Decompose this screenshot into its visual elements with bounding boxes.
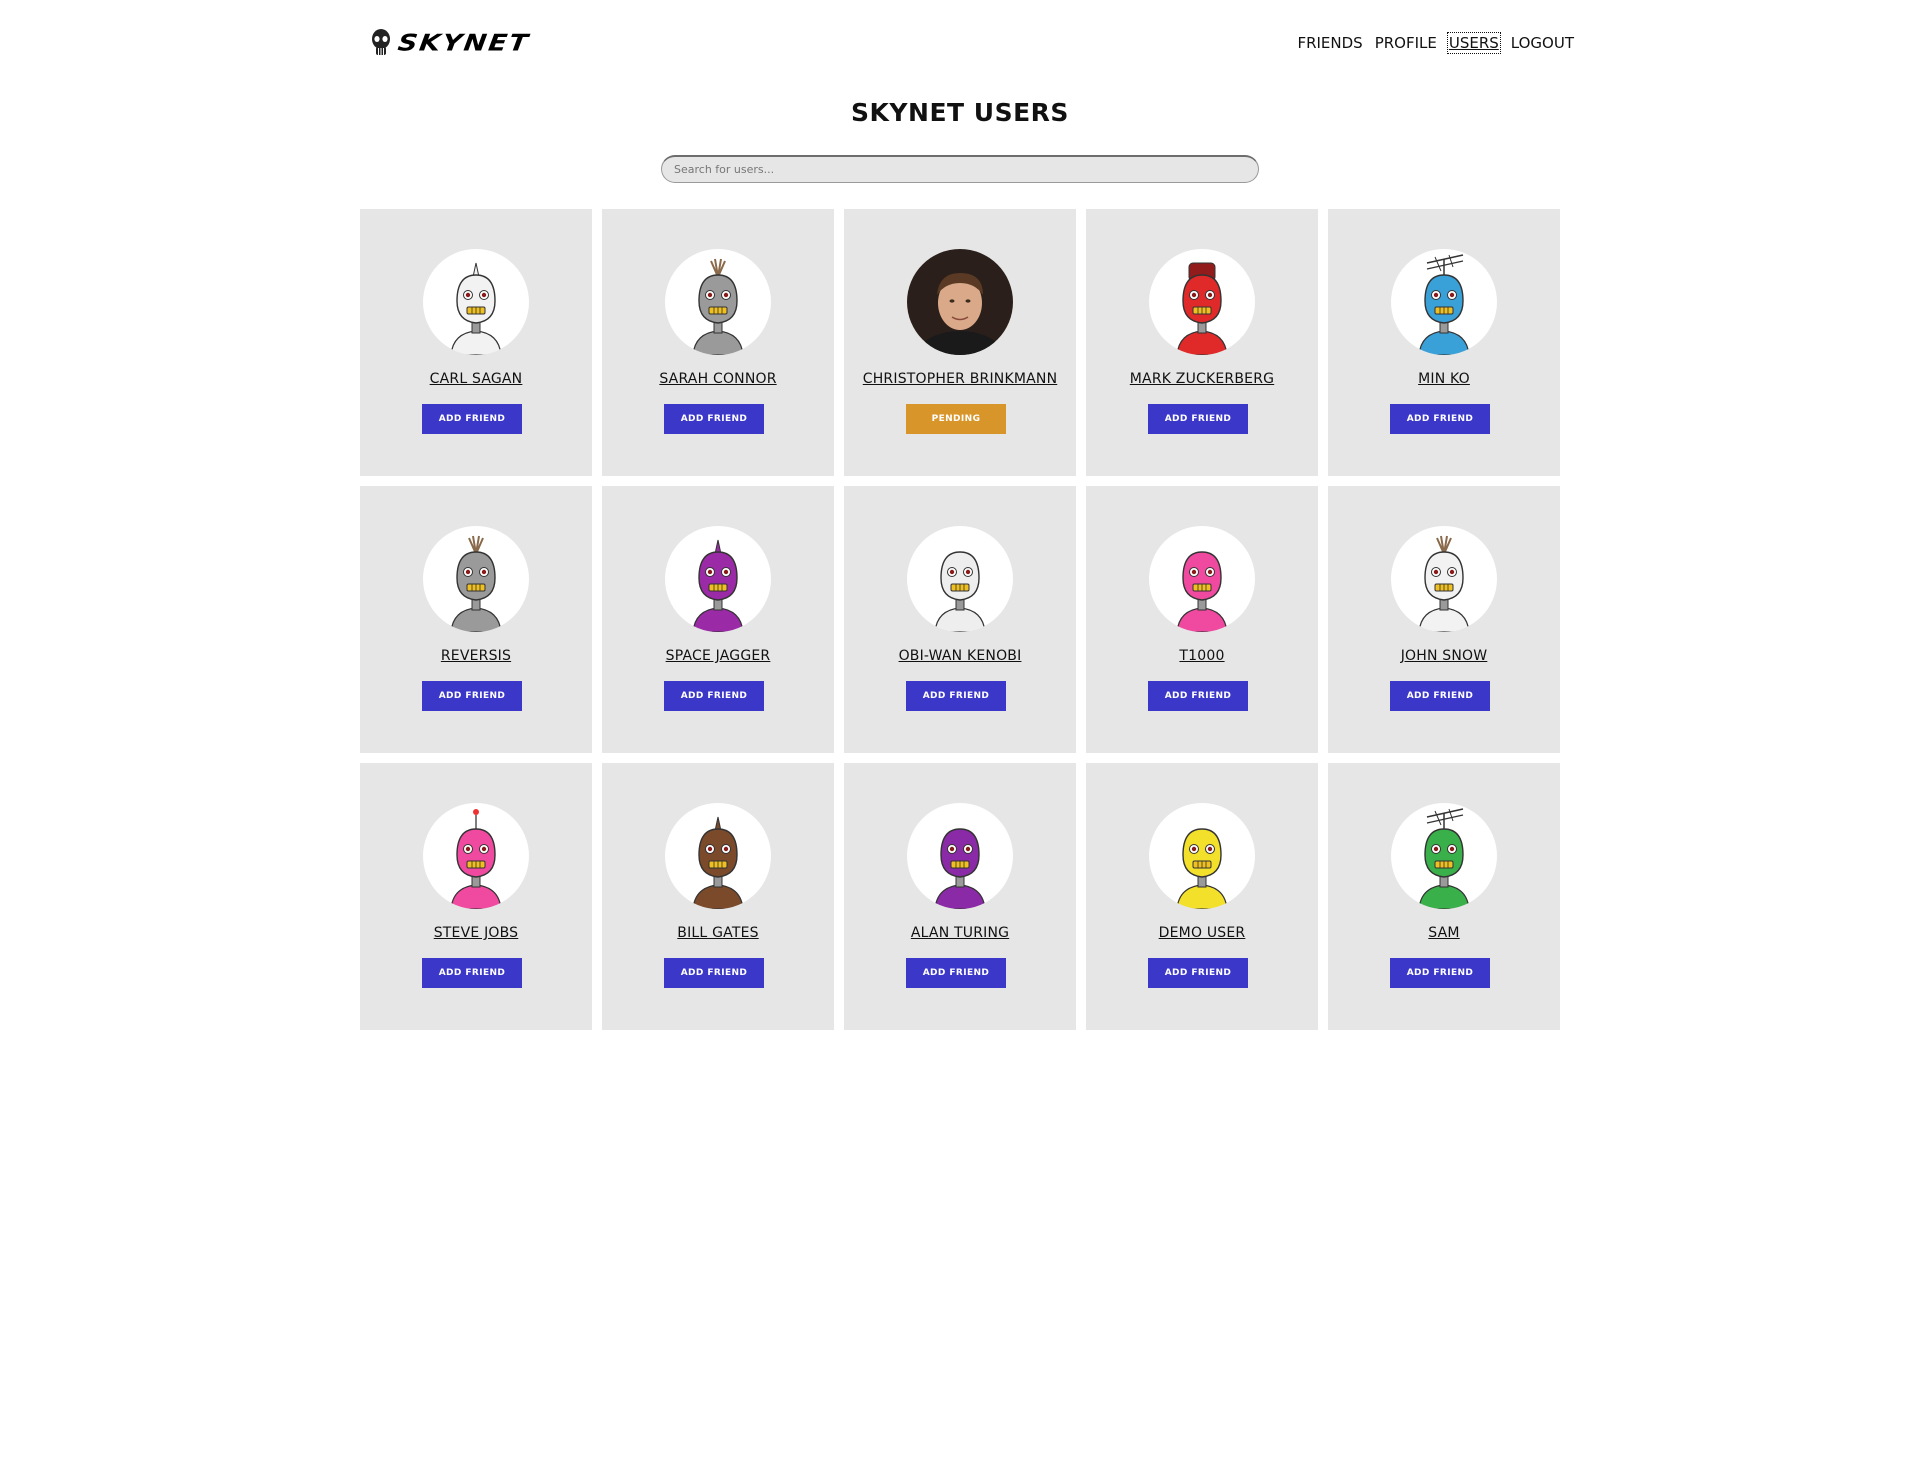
brand-name: SKYNET: [396, 29, 532, 57]
user-card: CARL SAGAN ADD FRIEND: [360, 209, 592, 476]
user-avatar-photo[interactable]: [907, 249, 1013, 355]
user-card: MIN KO ADD FRIEND: [1328, 209, 1560, 476]
user-card: STEVE JOBS ADD FRIEND: [360, 763, 592, 1030]
robot-avatar-icon[interactable]: [907, 526, 1013, 632]
user-name-link[interactable]: CARL SAGAN: [430, 371, 523, 387]
user-name-link[interactable]: SPACE JAGGER: [666, 648, 771, 664]
add-friend-button[interactable]: ADD FRIEND: [664, 404, 764, 434]
robot-avatar-icon[interactable]: [1391, 249, 1497, 355]
user-card: SARAH CONNOR ADD FRIEND: [602, 209, 834, 476]
robot-icon: [1418, 535, 1470, 632]
robot-avatar-icon[interactable]: [907, 803, 1013, 909]
nav-users[interactable]: USERS: [1446, 32, 1501, 54]
add-friend-button[interactable]: ADD FRIEND: [906, 958, 1006, 988]
add-friend-button[interactable]: ADD FRIEND: [1390, 404, 1490, 434]
robot-avatar-icon[interactable]: [423, 803, 529, 909]
skull-icon: [372, 29, 390, 55]
add-friend-button[interactable]: ADD FRIEND: [664, 958, 764, 988]
user-card: SAM ADD FRIEND: [1328, 763, 1560, 1030]
add-friend-button[interactable]: ADD FRIEND: [1390, 958, 1490, 988]
robot-icon: [692, 258, 744, 355]
page: SKYNET FRIENDS PROFILE USERS LOGOUT SKYN…: [0, 0, 1920, 1472]
top-header: SKYNET FRIENDS PROFILE USERS LOGOUT: [370, 20, 1575, 66]
robot-icon: [1176, 828, 1228, 909]
user-card: DEMO USER ADD FRIEND: [1086, 763, 1318, 1030]
robot-icon: [934, 551, 986, 632]
add-friend-button[interactable]: ADD FRIEND: [906, 681, 1006, 711]
user-name-link[interactable]: BILL GATES: [677, 925, 758, 941]
robot-icon: [934, 828, 986, 909]
add-friend-button[interactable]: ADD FRIEND: [422, 681, 522, 711]
add-friend-button[interactable]: ADD FRIEND: [1148, 404, 1248, 434]
user-name-link[interactable]: REVERSIS: [441, 648, 511, 664]
robot-avatar-icon[interactable]: [1391, 526, 1497, 632]
brand-logo[interactable]: SKYNET: [370, 20, 532, 66]
robot-icon: [450, 809, 502, 909]
robot-avatar-icon[interactable]: [1391, 803, 1497, 909]
robot-avatar-icon[interactable]: [1149, 526, 1255, 632]
user-card: OBI-WAN KENOBI ADD FRIEND: [844, 486, 1076, 753]
user-name-link[interactable]: STEVE JOBS: [434, 925, 519, 941]
user-name-link[interactable]: OBI-WAN KENOBI: [899, 648, 1022, 664]
robot-avatar-icon[interactable]: [1149, 803, 1255, 909]
robot-icon: [1176, 551, 1228, 632]
user-card: BILL GATES ADD FRIEND: [602, 763, 834, 1030]
user-card: CHRISTOPHER BRINKMANN PENDING: [844, 209, 1076, 476]
user-name-link[interactable]: SAM: [1428, 925, 1459, 941]
nav-logout[interactable]: LOGOUT: [1510, 33, 1575, 53]
user-grid: CARL SAGAN ADD FRIEND SARAH CONNOR ADD FRI…: [360, 209, 1563, 1030]
robot-icon: [450, 262, 502, 355]
user-name-link[interactable]: DEMO USER: [1159, 925, 1246, 941]
user-name-link[interactable]: MIN KO: [1418, 371, 1470, 387]
user-name-link[interactable]: ALAN TURING: [911, 925, 1009, 941]
robot-avatar-icon[interactable]: [665, 526, 771, 632]
robot-icon: [1176, 262, 1228, 355]
robot-avatar-icon[interactable]: [423, 526, 529, 632]
add-friend-button[interactable]: ADD FRIEND: [422, 958, 522, 988]
robot-icon: [1418, 254, 1470, 355]
pending-button[interactable]: PENDING: [906, 404, 1006, 434]
add-friend-button[interactable]: ADD FRIEND: [1148, 958, 1248, 988]
user-card: SPACE JAGGER ADD FRIEND: [602, 486, 834, 753]
robot-avatar-icon[interactable]: [1149, 249, 1255, 355]
robot-icon: [692, 539, 744, 632]
robot-avatar-icon[interactable]: [665, 803, 771, 909]
page-title: SKYNET USERS: [851, 98, 1069, 127]
robot-avatar-icon[interactable]: [665, 249, 771, 355]
user-card: MARK ZUCKERBERG ADD FRIEND: [1086, 209, 1318, 476]
user-name-link[interactable]: JOHN SNOW: [1401, 648, 1488, 664]
robot-icon: [450, 535, 502, 632]
user-card: ALAN TURING ADD FRIEND: [844, 763, 1076, 1030]
user-name-link[interactable]: SARAH CONNOR: [659, 371, 776, 387]
search-input[interactable]: [661, 155, 1259, 183]
add-friend-button[interactable]: ADD FRIEND: [1390, 681, 1490, 711]
user-card: T1000 ADD FRIEND: [1086, 486, 1318, 753]
add-friend-button[interactable]: ADD FRIEND: [664, 681, 764, 711]
robot-avatar-icon[interactable]: [423, 249, 529, 355]
user-name-link[interactable]: CHRISTOPHER BRINKMANN: [863, 371, 1058, 387]
add-friend-button[interactable]: ADD FRIEND: [1148, 681, 1248, 711]
user-name-link[interactable]: T1000: [1179, 648, 1224, 664]
add-friend-button[interactable]: ADD FRIEND: [422, 404, 522, 434]
portrait-image: [907, 249, 1013, 355]
nav-friends[interactable]: FRIENDS: [1296, 33, 1363, 53]
robot-icon: [692, 816, 744, 909]
nav-profile[interactable]: PROFILE: [1374, 33, 1438, 53]
user-card: REVERSIS ADD FRIEND: [360, 486, 592, 753]
user-name-link[interactable]: MARK ZUCKERBERG: [1130, 371, 1274, 387]
robot-icon: [1418, 808, 1470, 909]
user-card: JOHN SNOW ADD FRIEND: [1328, 486, 1560, 753]
main-nav: FRIENDS PROFILE USERS LOGOUT: [1296, 20, 1575, 66]
